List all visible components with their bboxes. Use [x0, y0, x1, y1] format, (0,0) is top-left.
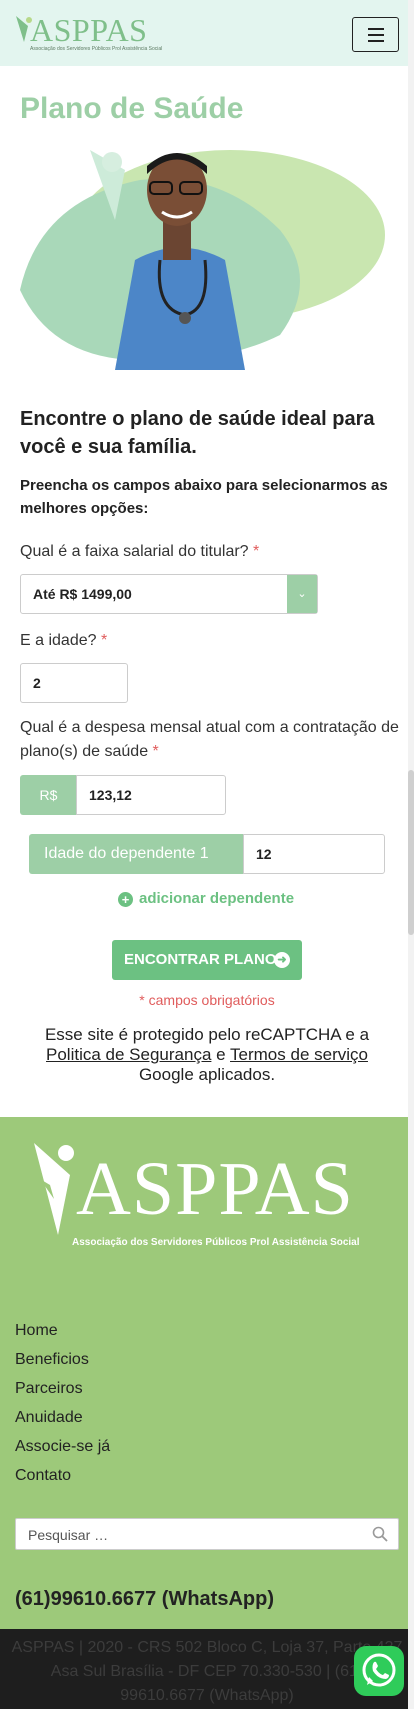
footer-link-contato[interactable]: Contato	[15, 1461, 110, 1490]
footer-phone[interactable]: (61)99610.6677 (WhatsApp)	[15, 1588, 274, 1611]
logo-subtitle: Associação dos Servidores Públicos Prol …	[30, 46, 163, 52]
required-asterisk: *	[253, 543, 260, 560]
add-dependent-button[interactable]: + adicionar dependente	[118, 889, 294, 909]
privacy-policy-link[interactable]: Politica de Segurança	[46, 1045, 211, 1064]
section-heading: Encontre o plano de saúde ideal para voc…	[20, 408, 375, 458]
whatsapp-icon	[362, 1653, 396, 1687]
search-input[interactable]: Pesquisar …	[15, 1518, 399, 1550]
footer-menu: Home Beneficios Parceiros Anuidade Assoc…	[15, 1316, 110, 1490]
footer-link-anuidade[interactable]: Anuidade	[15, 1403, 110, 1432]
expense-label: Qual é a despesa mensal atual com a cont…	[20, 719, 399, 760]
whatsapp-button[interactable]	[354, 1646, 404, 1696]
hamburger-icon	[368, 28, 384, 30]
footer-logo[interactable]: ASPPAS Associação dos Servidores Público…	[30, 1137, 390, 1257]
required-asterisk: *	[100, 632, 108, 649]
footer-link-home[interactable]: Home	[15, 1316, 110, 1345]
age-label: E a idade? *	[20, 632, 108, 649]
expense-input[interactable]: 123,12	[76, 775, 226, 815]
hero-image	[20, 140, 394, 370]
salary-select[interactable]: Até R$ 1499,00 ⌄	[20, 574, 318, 614]
chevron-down-icon[interactable]: ⌄	[287, 575, 317, 613]
copyright-text: ASPPAS | 2020 - CRS 502 Bloco C, Loja 37…	[11, 1639, 403, 1704]
add-dependent-label: adicionar dependente	[139, 890, 295, 907]
salary-select-value: Até R$ 1499,00	[33, 586, 132, 602]
required-asterisk: *	[152, 743, 159, 760]
page-title: Plano de Saúde	[20, 92, 244, 125]
plus-circle-icon: +	[118, 892, 133, 907]
find-plans-label: ENCONTRAR PLANOS	[124, 951, 287, 968]
salary-label: Qual é a faixa salarial do titular? *	[20, 543, 260, 560]
site-header: ASPPAS Associação dos Servidores Público…	[0, 0, 414, 66]
arrow-right-circle-icon: ➜	[274, 952, 290, 968]
logo-figure-icon	[34, 1143, 74, 1235]
find-plans-button[interactable]: ENCONTRAR PLANOS ➜	[112, 940, 302, 980]
dependent-age-input[interactable]: 12	[243, 834, 385, 874]
recaptcha-notice: Esse site é protegido pelo reCAPTCHA e a…	[44, 1025, 370, 1084]
footer-link-beneficios[interactable]: Beneficios	[15, 1345, 110, 1374]
search-icon[interactable]	[372, 1526, 388, 1542]
footer-logo-text: ASPPAS	[76, 1147, 354, 1231]
section-subheading: Preencha os campos abaixo para seleciona…	[20, 477, 388, 517]
site-logo[interactable]: ASPPAS Associação dos Servidores Público…	[14, 10, 162, 56]
footer-logo-subtitle: Associação dos Servidores Públicos Prol …	[72, 1237, 360, 1248]
menu-toggle-button[interactable]	[352, 17, 399, 52]
search-placeholder: Pesquisar …	[28, 1527, 109, 1543]
terms-of-service-link[interactable]: Termos de serviço	[230, 1045, 368, 1064]
currency-prefix: R$	[20, 775, 77, 815]
footer-link-associe[interactable]: Associe-se já	[15, 1432, 110, 1461]
logo-text: ASPPAS	[30, 12, 148, 48]
copyright-bar: ASPPAS | 2020 - CRS 502 Bloco C, Loja 37…	[0, 1629, 414, 1709]
footer-link-parceiros[interactable]: Parceiros	[15, 1374, 110, 1403]
age-input[interactable]: 2	[20, 663, 128, 703]
required-fields-note: * campos obrigatórios	[139, 992, 275, 1008]
dependent-age-label: Idade do dependente 1	[29, 834, 243, 874]
scrollbar-thumb[interactable]	[408, 770, 414, 935]
